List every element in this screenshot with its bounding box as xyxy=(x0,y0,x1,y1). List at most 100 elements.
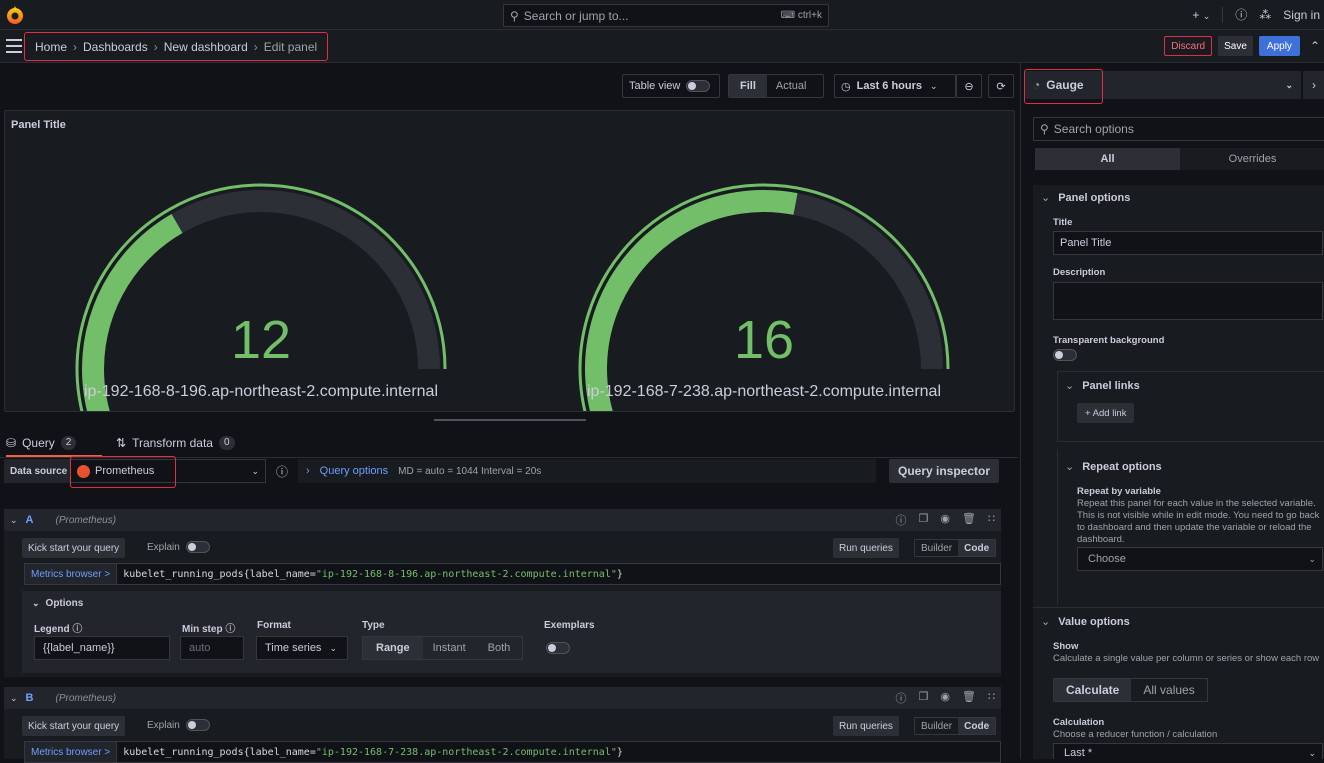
query-options-link[interactable]: Query options xyxy=(320,465,388,477)
query-options-box: ⌄ Options Legend ⓘ {{label_name}} Min ste… xyxy=(22,591,1001,673)
query-expression[interactable]: kubelet_running_pods{label_name="ip-192-… xyxy=(117,569,629,580)
grafana-logo-icon[interactable] xyxy=(4,4,26,26)
duplicate-icon[interactable]: ❐ xyxy=(919,512,929,528)
query-name[interactable]: B xyxy=(26,692,34,704)
apply-button[interactable]: Apply xyxy=(1258,36,1300,56)
trash-icon[interactable]: 🗑 xyxy=(962,690,976,706)
breadcrumb-home[interactable]: Home xyxy=(35,40,67,54)
options-header[interactable]: ⌄ Options xyxy=(32,598,83,609)
refresh-button[interactable]: ⟳ xyxy=(988,74,1014,98)
builder-option[interactable]: Builder xyxy=(915,718,958,734)
kick-start-button[interactable]: Kick start your query xyxy=(22,716,126,736)
transparent-background-toggle[interactable] xyxy=(1053,349,1077,361)
zoom-out-button[interactable]: ⊖ xyxy=(956,74,982,98)
query-row-header[interactable]: ⌄ A (Prometheus) ⓘ ❐ ◉ 🗑 ∷ xyxy=(4,509,1001,531)
drag-handle-icon[interactable]: ∷ xyxy=(988,512,995,528)
gauge-label: ip-192-168-7-238.ap-northeast-2.compute.… xyxy=(587,383,941,400)
query-expression-field[interactable]: Metrics browser > kubelet_running_pods{l… xyxy=(24,741,1001,763)
options-search-input[interactable]: ⚲ Search options xyxy=(1033,117,1324,141)
duplicate-icon[interactable]: ❐ xyxy=(919,690,929,706)
chevron-down-icon[interactable]: ⌄ xyxy=(10,693,18,704)
time-range-picker[interactable]: ◷ Last 6 hours ⌄ xyxy=(834,74,956,98)
builder-code-switch: Builder Code xyxy=(914,717,997,735)
tab-transform-data[interactable]: ⇅ Transform data 0 xyxy=(116,436,235,450)
breadcrumb-edit-panel: Edit panel xyxy=(263,39,318,54)
collapse-pane-button[interactable]: › xyxy=(1303,71,1324,99)
kick-start-button[interactable]: Kick start your query xyxy=(22,538,126,558)
help-icon[interactable]: ⓘ xyxy=(1235,6,1247,23)
save-button[interactable]: Save xyxy=(1218,36,1253,56)
divider xyxy=(1057,449,1058,605)
sign-in-link[interactable]: Sign in xyxy=(1283,8,1320,22)
panel-links-header[interactable]: ⌄ Panel links xyxy=(1065,379,1140,392)
breadcrumb-new-dashboard[interactable]: New dashboard xyxy=(164,40,248,54)
panel-options-header[interactable]: ⌄ Panel options xyxy=(1041,191,1130,204)
query-expression[interactable]: kubelet_running_pods{label_name="ip-192-… xyxy=(117,747,629,758)
info-icon: ⓘ xyxy=(225,624,236,635)
query-expression-field[interactable]: Metrics browser > kubelet_running_pods{l… xyxy=(24,563,1001,585)
discard-button[interactable]: Discard xyxy=(1164,36,1213,56)
code-option[interactable]: Code xyxy=(958,540,996,556)
repeat-variable-select[interactable]: Choose ⌄ xyxy=(1077,547,1323,571)
drag-handle-icon[interactable]: ∷ xyxy=(988,690,995,706)
pane-resize-handle[interactable] xyxy=(434,419,586,421)
new-menu-button[interactable]: + ⌄ xyxy=(1192,8,1210,22)
query-name[interactable]: A xyxy=(26,514,34,526)
legend-label: Legend ⓘ xyxy=(34,624,83,635)
query-options[interactable]: › Query options MD = auto = 1044 Interva… xyxy=(298,459,876,483)
metrics-browser-button[interactable]: Metrics browser > xyxy=(25,564,118,584)
fill-option[interactable]: Fill xyxy=(729,75,767,97)
code-option[interactable]: Code xyxy=(958,718,996,734)
run-queries-button[interactable]: Run queries xyxy=(833,538,899,558)
type-instant-option[interactable]: Instant xyxy=(423,637,476,659)
datasource-picker[interactable]: Prometheus ⌄ xyxy=(70,459,266,483)
rss-icon[interactable]: ⁂ xyxy=(1259,8,1271,22)
datasource-row: Data source Prometheus ⌄ ⓘ › Query optio… xyxy=(0,456,1018,489)
description-textarea[interactable] xyxy=(1053,282,1323,320)
chevron-down-icon[interactable]: ⌄ xyxy=(10,515,18,526)
eye-icon[interactable]: ◉ xyxy=(940,690,950,706)
table-view-toggle[interactable]: Table view xyxy=(622,74,720,98)
repeat-options-header[interactable]: ⌄ Repeat options xyxy=(1065,460,1162,473)
menu-icon[interactable] xyxy=(6,39,22,53)
builder-option[interactable]: Builder xyxy=(915,540,958,556)
global-search-input[interactable]: ⚲ Search or jump to... ⌨ ctrl+k xyxy=(503,4,829,27)
chevron-down-icon: ⌄ xyxy=(1065,380,1075,392)
search-shortcut: ⌨ ctrl+k xyxy=(780,10,822,21)
all-values-option[interactable]: All values xyxy=(1131,679,1206,701)
query-row-header[interactable]: ⌄ B (Prometheus) ⓘ ❐ ◉ 🗑 ∷ xyxy=(4,687,1001,709)
chevron-down-icon: ⌄ xyxy=(1308,553,1316,564)
calculate-option[interactable]: Calculate xyxy=(1054,679,1132,701)
active-tab-indicator xyxy=(6,455,102,457)
tab-query[interactable]: ⛁ Query 2 xyxy=(6,436,77,450)
panel-title-input[interactable]: Panel Title xyxy=(1053,231,1323,255)
format-select[interactable]: Time series ⌄ xyxy=(256,636,348,660)
format-label: Format xyxy=(257,620,291,631)
explain-toggle[interactable]: Explain xyxy=(147,719,210,731)
eye-icon[interactable]: ◉ xyxy=(940,512,950,528)
type-both-option[interactable]: Both xyxy=(476,637,523,659)
tab-overrides[interactable]: Overrides xyxy=(1180,148,1324,170)
trash-icon[interactable]: 🗑 xyxy=(962,512,976,528)
calculation-select[interactable]: Last * ⌄ xyxy=(1053,743,1323,759)
show-label: Show xyxy=(1053,641,1079,652)
help-icon[interactable]: ⓘ xyxy=(896,512,907,528)
actual-option[interactable]: Actual xyxy=(767,80,816,92)
visualization-picker[interactable]: ◔ Gauge ⌄ xyxy=(1025,71,1301,99)
help-icon[interactable]: ⓘ xyxy=(896,690,907,706)
run-queries-button[interactable]: Run queries xyxy=(833,716,899,736)
type-range-option[interactable]: Range xyxy=(363,637,423,659)
metrics-browser-button[interactable]: Metrics browser > xyxy=(25,742,118,762)
breadcrumb-dashboards[interactable]: Dashboards xyxy=(83,40,148,54)
explain-toggle[interactable]: Explain xyxy=(147,541,210,553)
help-icon[interactable]: ⓘ xyxy=(276,463,288,480)
exemplars-toggle[interactable] xyxy=(546,642,570,654)
legend-input[interactable]: {{label_name}} xyxy=(34,636,170,660)
tab-all[interactable]: All xyxy=(1035,148,1180,170)
value-options-header[interactable]: ⌄ Value options xyxy=(1041,615,1130,628)
min-step-input[interactable]: auto xyxy=(180,636,244,660)
type-switch: Range Instant Both xyxy=(362,636,524,660)
add-link-button[interactable]: + Add link xyxy=(1077,403,1135,423)
chevron-up-icon[interactable]: ⌃ xyxy=(1310,39,1320,53)
query-inspector-button[interactable]: Query inspector xyxy=(889,459,999,483)
